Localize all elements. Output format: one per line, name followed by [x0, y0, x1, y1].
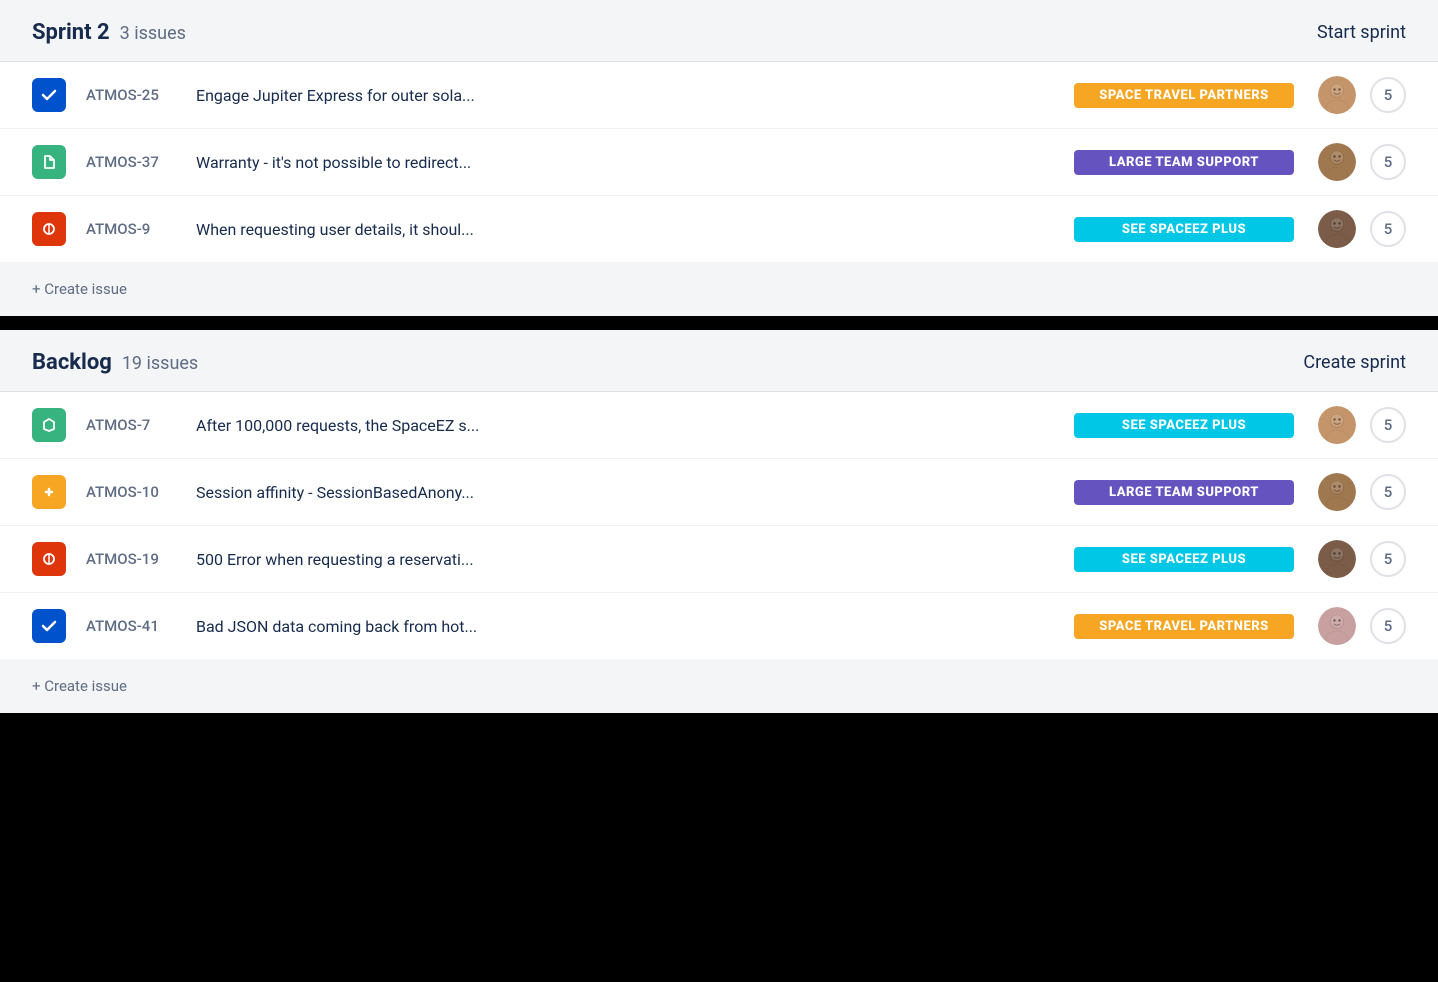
- issue-points: 5: [1370, 77, 1406, 113]
- issue-title: After 100,000 requests, the SpaceEZ s...: [196, 416, 1074, 435]
- issue-title: 500 Error when requesting a reservati...: [196, 550, 1074, 569]
- table-row[interactable]: ATMOS-19 500 Error when requesting a res…: [0, 526, 1438, 593]
- issue-label[interactable]: SEE SPACEEZ PLUS: [1074, 217, 1294, 242]
- issue-type-icon: [32, 78, 66, 112]
- avatar: [1318, 143, 1356, 181]
- issue-points: 5: [1370, 474, 1406, 510]
- issue-type-icon: [32, 408, 66, 442]
- issue-label[interactable]: SEE SPACEEZ PLUS: [1074, 413, 1294, 438]
- issue-type-icon: [32, 212, 66, 246]
- issue-type-icon: [32, 145, 66, 179]
- issue-id: ATMOS-25: [86, 86, 196, 104]
- issue-points: 5: [1370, 211, 1406, 247]
- issue-title: Engage Jupiter Express for outer sola...: [196, 86, 1074, 105]
- issue-points: 5: [1370, 407, 1406, 443]
- issue-label[interactable]: LARGE TEAM SUPPORT: [1074, 150, 1294, 175]
- backlog-panel: Backlog 19 issues Create sprint ATMOS-7 …: [0, 330, 1438, 713]
- table-row[interactable]: ATMOS-41 Bad JSON data coming back from …: [0, 593, 1438, 659]
- issue-points: 5: [1370, 144, 1406, 180]
- issue-label[interactable]: SPACE TRAVEL PARTNERS: [1074, 614, 1294, 639]
- issue-title: When requesting user details, it shoul..…: [196, 220, 1074, 239]
- create-sprint-button[interactable]: Create sprint: [1303, 352, 1406, 373]
- backlog-issues-table: ATMOS-7 After 100,000 requests, the Spac…: [0, 391, 1438, 659]
- avatar: [1318, 210, 1356, 248]
- sprint-panel: Sprint 2 3 issues Start sprint ATMOS-25 …: [0, 0, 1438, 316]
- issue-points: 5: [1370, 608, 1406, 644]
- table-row[interactable]: ATMOS-10 Session affinity - SessionBased…: [0, 459, 1438, 526]
- start-sprint-button[interactable]: Start sprint: [1317, 22, 1406, 43]
- avatar: [1318, 607, 1356, 645]
- issue-label[interactable]: LARGE TEAM SUPPORT: [1074, 480, 1294, 505]
- sprint-header: Sprint 2 3 issues Start sprint: [0, 0, 1438, 61]
- sprint-title: Sprint 2 3 issues: [32, 20, 186, 45]
- table-row[interactable]: ATMOS-7 After 100,000 requests, the Spac…: [0, 392, 1438, 459]
- issue-id: ATMOS-19: [86, 550, 196, 568]
- issue-type-icon: [32, 475, 66, 509]
- sprint-issues-table: ATMOS-25 Engage Jupiter Express for oute…: [0, 61, 1438, 262]
- issue-title: Bad JSON data coming back from hot...: [196, 617, 1074, 636]
- issue-id: ATMOS-9: [86, 220, 196, 238]
- issue-title: Warranty - it's not possible to redirect…: [196, 153, 1074, 172]
- avatar: [1318, 406, 1356, 444]
- backlog-header: Backlog 19 issues Create sprint: [0, 330, 1438, 391]
- avatar: [1318, 473, 1356, 511]
- issue-id: ATMOS-10: [86, 483, 196, 501]
- avatar: [1318, 540, 1356, 578]
- issue-id: ATMOS-7: [86, 416, 196, 434]
- table-row[interactable]: ATMOS-37 Warranty - it's not possible to…: [0, 129, 1438, 196]
- backlog-title: Backlog 19 issues: [32, 350, 198, 375]
- issue-title: Session affinity - SessionBasedAnony...: [196, 483, 1074, 502]
- backlog-create-issue[interactable]: + Create issue: [0, 659, 1438, 713]
- avatar: [1318, 76, 1356, 114]
- issue-type-icon: [32, 609, 66, 643]
- issue-label[interactable]: SEE SPACEEZ PLUS: [1074, 547, 1294, 572]
- panel-separator: [0, 316, 1438, 330]
- table-row[interactable]: ATMOS-25 Engage Jupiter Express for oute…: [0, 62, 1438, 129]
- sprint-create-issue[interactable]: + Create issue: [0, 262, 1438, 316]
- issue-id: ATMOS-37: [86, 153, 196, 171]
- issue-type-icon: [32, 542, 66, 576]
- issue-points: 5: [1370, 541, 1406, 577]
- issue-label[interactable]: SPACE TRAVEL PARTNERS: [1074, 83, 1294, 108]
- issue-id: ATMOS-41: [86, 617, 196, 635]
- table-row[interactable]: ATMOS-9 When requesting user details, it…: [0, 196, 1438, 262]
